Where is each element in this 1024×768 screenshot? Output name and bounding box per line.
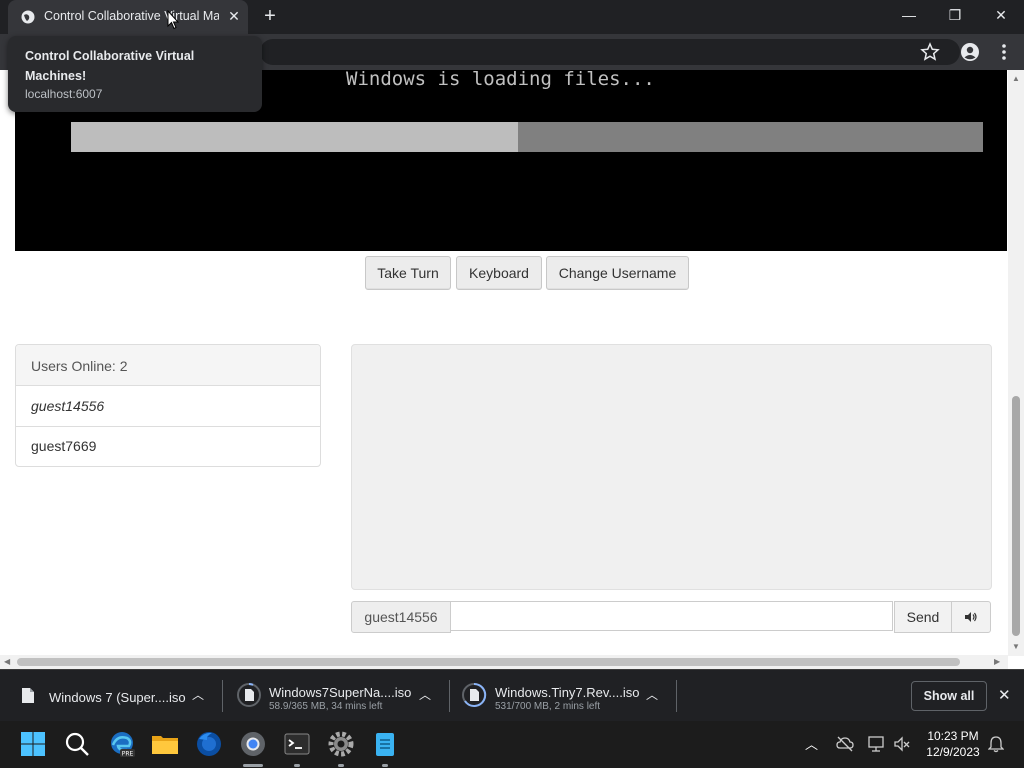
clock-time: 10:23 PM	[927, 729, 979, 743]
volume-muted-icon[interactable]	[893, 735, 911, 753]
scroll-right-icon[interactable]: ▶	[994, 657, 1000, 666]
chevron-up-tray-icon[interactable]: ︿	[805, 734, 818, 753]
chrome-icon[interactable]	[238, 729, 268, 759]
download-filename: Windows 7 (Super....iso	[49, 690, 186, 705]
tab-tooltip: Control Collaborative Virtual Machines! …	[8, 36, 262, 112]
user-list-item[interactable]: guest14556	[16, 386, 320, 427]
tooltip-title: Control Collaborative Virtual Machines!	[25, 49, 195, 83]
chat-username-label: guest14556	[351, 601, 451, 633]
bookmark-star-icon[interactable]	[920, 42, 940, 62]
address-bar[interactable]	[260, 39, 960, 65]
globe-icon	[21, 10, 35, 24]
edge-dev-icon[interactable]: PRE	[107, 729, 137, 759]
vertical-scroll-thumb[interactable]	[1012, 396, 1020, 636]
close-tab-icon[interactable]: ✕	[226, 8, 242, 24]
terminal-icon[interactable]	[282, 729, 312, 759]
username: guest7669	[31, 438, 97, 454]
tooltip-url: localhost:6007	[25, 87, 103, 101]
firefox-icon[interactable]	[194, 729, 224, 759]
keyboard-button[interactable]: Keyboard	[456, 256, 542, 290]
onedrive-offline-icon[interactable]	[836, 736, 854, 752]
chrome-active-indicator	[243, 764, 263, 767]
restore-button[interactable]: ❐	[932, 0, 978, 30]
download-progress-icon	[462, 682, 487, 707]
mouse-cursor-icon	[167, 10, 179, 30]
file-explorer-icon[interactable]	[150, 729, 180, 759]
download-filename: Windows.Tiny7.Rev....iso	[495, 685, 640, 700]
chevron-up-icon[interactable]: ︿	[192, 686, 204, 703]
tab-title: Control Collaborative Virtual Machines!	[44, 9, 219, 23]
svg-text:PRE: PRE	[122, 751, 134, 758]
start-icon[interactable]	[18, 729, 48, 759]
browser-titlebar: Control Collaborative Virtual Machines! …	[0, 0, 1024, 34]
show-all-downloads-button[interactable]: Show all	[911, 681, 987, 711]
file-icon	[22, 688, 34, 703]
download-filename: Windows7SuperNa....iso	[269, 685, 412, 700]
change-username-button[interactable]: Change Username	[546, 256, 689, 290]
vm-progress-bar	[71, 122, 983, 152]
users-online-panel: Users Online: 2 guest14556 guest7669	[15, 344, 321, 467]
clock-date: 12/9/2023	[926, 745, 980, 759]
username: guest14556	[31, 398, 105, 414]
download-item[interactable]: Windows.Tiny7.Rev....iso 531/700 MB, 2 m…	[450, 670, 676, 722]
network-icon[interactable]	[867, 735, 887, 753]
take-turn-button[interactable]: Take Turn	[365, 256, 451, 290]
chat-message-input[interactable]	[450, 601, 893, 631]
horizontal-scroll-thumb[interactable]	[17, 658, 960, 666]
download-separator	[676, 680, 677, 712]
download-shelf: Windows 7 (Super....iso ︿ Windows7SuperN…	[0, 669, 1024, 722]
close-window-button[interactable]: ✕	[978, 0, 1024, 30]
download-item[interactable]: Windows7SuperNa....iso 58.9/365 MB, 34 m…	[223, 670, 449, 722]
download-status: 58.9/365 MB, 34 mins left	[269, 701, 383, 712]
users-online-count: Users Online: 2	[31, 358, 128, 374]
vm-loading-text: Windows is loading files...	[346, 68, 655, 90]
download-progress-icon	[237, 683, 261, 707]
speaker-icon	[965, 612, 977, 622]
users-online-header: Users Online: 2	[16, 345, 320, 386]
search-icon[interactable]	[62, 729, 92, 759]
vertical-scrollbar[interactable]: ▲ ▼	[1008, 70, 1024, 656]
vm-progress-fill	[71, 122, 518, 152]
scroll-up-icon[interactable]: ▲	[1012, 74, 1020, 83]
send-button[interactable]: Send	[894, 601, 952, 633]
horizontal-scrollbar[interactable]: ◀ ▶	[0, 655, 1008, 669]
close-shelf-icon[interactable]: ✕	[998, 686, 1011, 704]
windows-taskbar: PRE ︿ 10:23 PM 12/9/2023	[0, 721, 1024, 768]
download-status: 531/700 MB, 2 mins left	[495, 701, 601, 712]
notification-bell-icon[interactable]	[988, 735, 1004, 753]
taskbar-clock[interactable]: 10:23 PM 12/9/2023	[918, 728, 988, 760]
settings-running-indicator	[338, 764, 344, 767]
minimize-button[interactable]: —	[886, 0, 932, 30]
download-item[interactable]: Windows 7 (Super....iso ︿	[0, 670, 222, 722]
settings-icon[interactable]	[326, 729, 356, 759]
notepad-running-indicator	[382, 764, 388, 767]
chevron-up-icon[interactable]: ︿	[646, 686, 658, 703]
terminal-running-indicator	[294, 764, 300, 767]
scroll-left-icon[interactable]: ◀	[4, 657, 10, 666]
profile-avatar-icon[interactable]	[960, 42, 980, 62]
chat-messages-area	[351, 344, 992, 590]
notepad-icon[interactable]	[370, 729, 400, 759]
chevron-up-icon[interactable]: ︿	[419, 686, 431, 703]
new-tab-button[interactable]: +	[260, 6, 280, 26]
scroll-down-icon[interactable]: ▼	[1012, 642, 1020, 651]
browser-tab[interactable]: Control Collaborative Virtual Machines! …	[8, 0, 248, 34]
kebab-menu-icon[interactable]	[994, 42, 1014, 62]
user-list-item[interactable]: guest7669	[16, 426, 320, 466]
chat-input-row: guest14556 Send	[351, 601, 991, 633]
voice-toggle-button[interactable]	[951, 601, 991, 633]
